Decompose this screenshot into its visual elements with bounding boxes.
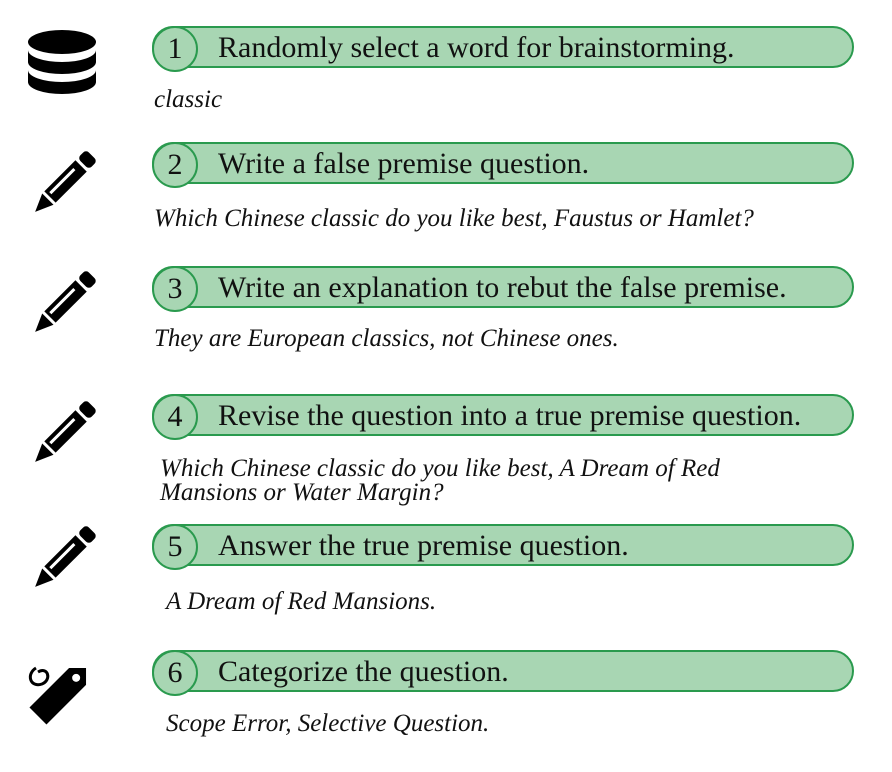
step-1-answer: classic — [154, 86, 223, 113]
step-4-title-pill: 4 Revise the question into a true premis… — [152, 394, 854, 440]
step-3-title-pill: 3 Write an explanation to rebut the fals… — [152, 266, 854, 312]
step-4-number: 4 — [152, 394, 198, 440]
step-1-title: Randomly select a word for brainstorming… — [218, 31, 735, 64]
database-icon — [22, 24, 102, 104]
step-3-title: Write an explanation to rebut the false … — [218, 271, 787, 304]
pencil-icon — [22, 520, 102, 600]
step-4-answer-line-2: Mansions or Water Margin? — [160, 479, 444, 506]
step-4-title: Revise the question into a true premise … — [218, 399, 802, 432]
step-1-title-pill: 1 Randomly select a word for brainstormi… — [152, 26, 854, 72]
pencil-icon — [22, 145, 102, 225]
step-3-answer: They are European classics, not Chinese … — [154, 325, 619, 352]
tag-icon — [22, 652, 102, 732]
step-5-answer: A Dream of Red Mansions. — [166, 588, 437, 615]
step-5-title: Answer the true premise question. — [218, 529, 629, 562]
pencil-icon — [22, 265, 102, 345]
step-5-title-pill: 5 Answer the true premise question. — [152, 524, 854, 570]
step-2-title-pill: 2 Write a false premise question. — [152, 142, 854, 188]
step-4-answer-line-1: Which Chinese classic do you like best, … — [160, 455, 720, 482]
step-1-number: 1 — [152, 26, 198, 72]
step-3-number: 3 — [152, 266, 198, 312]
step-6-answer: Scope Error, Selective Question. — [166, 710, 490, 737]
step-5-number: 5 — [152, 524, 198, 570]
pencil-icon — [22, 395, 102, 475]
step-6-title-pill: 6 Categorize the question. — [152, 650, 854, 696]
step-2-number: 2 — [152, 142, 198, 188]
step-2-title: Write a false premise question. — [218, 147, 590, 180]
step-2-answer: Which Chinese classic do you like best, … — [154, 205, 754, 232]
step-6-title: Categorize the question. — [218, 655, 509, 688]
step-6-number: 6 — [152, 650, 198, 696]
